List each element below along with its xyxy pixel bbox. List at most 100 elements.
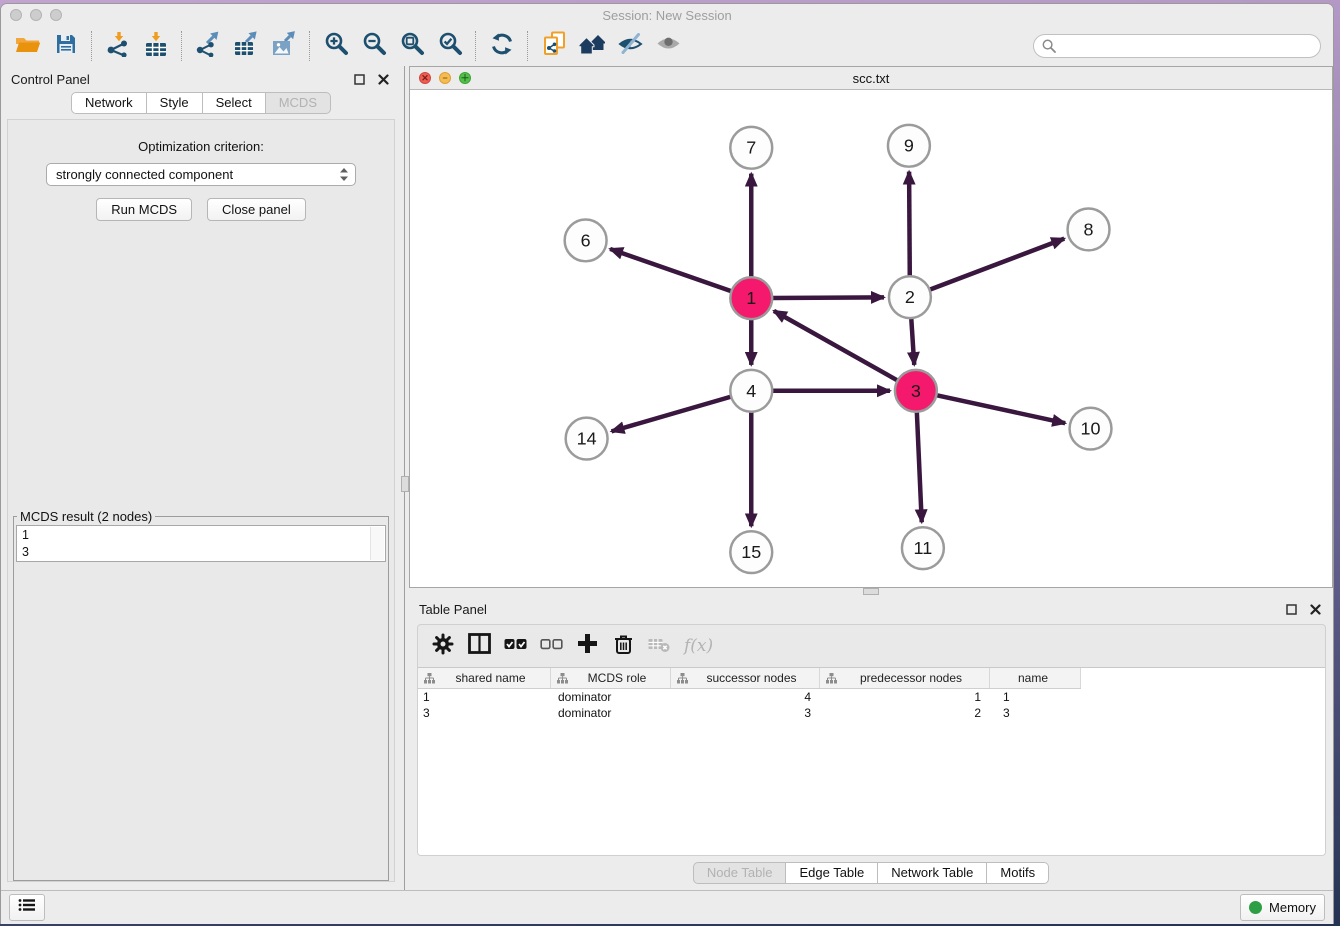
hierarchy-home-button[interactable] bbox=[573, 30, 611, 62]
table-row[interactable]: 3dominator323 bbox=[418, 705, 1325, 721]
open-session-button[interactable] bbox=[9, 30, 47, 62]
attribute-type-icon bbox=[677, 673, 688, 684]
export-image-button[interactable] bbox=[265, 30, 303, 62]
column-header-mcds-role[interactable]: MCDS role bbox=[551, 668, 671, 688]
zoom-out-button[interactable] bbox=[355, 30, 393, 62]
close-panel-button[interactable] bbox=[375, 71, 391, 87]
export-table-button[interactable] bbox=[227, 30, 265, 62]
main-area: Control Panel Network Style Select MCDS … bbox=[1, 66, 1333, 890]
tab-network-table[interactable]: Network Table bbox=[878, 862, 987, 884]
task-history-button[interactable] bbox=[9, 894, 45, 921]
table-settings-button[interactable] bbox=[428, 631, 458, 661]
graph-node-4[interactable]: 4 bbox=[730, 370, 772, 412]
tab-edge-table[interactable]: Edge Table bbox=[786, 862, 878, 884]
graph-node-14[interactable]: 14 bbox=[566, 418, 608, 460]
tab-network[interactable]: Network bbox=[71, 92, 147, 114]
result-scrollbar[interactable] bbox=[370, 527, 384, 560]
eye-icon bbox=[656, 35, 681, 57]
table-cell[interactable]: dominator bbox=[551, 706, 671, 720]
column-header-predecessor-nodes[interactable]: predecessor nodes bbox=[820, 668, 990, 688]
table-cell[interactable]: 1 bbox=[418, 690, 551, 704]
trash-icon bbox=[613, 633, 634, 660]
tab-style[interactable]: Style bbox=[147, 92, 203, 114]
tab-motifs[interactable]: Motifs bbox=[987, 862, 1049, 884]
node-table[interactable]: shared name MCDS role successor nodes bbox=[418, 667, 1325, 855]
export-network-button[interactable] bbox=[189, 30, 227, 62]
network-view-window: scc.txt ✕ − ＋ 1234678910111415 bbox=[409, 66, 1333, 588]
zoom-selected-button[interactable] bbox=[431, 30, 469, 62]
zoom-in-button[interactable] bbox=[317, 30, 355, 62]
table-cell[interactable]: 4 bbox=[671, 690, 820, 704]
table-cell[interactable]: 3 bbox=[418, 706, 551, 720]
graph-edge-1-2[interactable] bbox=[772, 297, 884, 298]
table-row[interactable]: 1dominator411 bbox=[418, 689, 1325, 705]
graph-node-1[interactable]: 1 bbox=[730, 277, 772, 319]
float-panel-button[interactable] bbox=[351, 71, 367, 87]
network-canvas[interactable]: 1 2 3 4 6 7 8 9 10 11 14 15 bbox=[410, 90, 1332, 587]
delete-rows-button[interactable] bbox=[608, 631, 638, 661]
tab-select[interactable]: Select bbox=[203, 92, 266, 114]
refresh-icon bbox=[490, 32, 514, 61]
memory-button[interactable]: Memory bbox=[1240, 894, 1325, 921]
horizontal-splitter[interactable] bbox=[409, 588, 1333, 596]
graph-edge-3-11[interactable] bbox=[917, 412, 922, 523]
import-network-button[interactable] bbox=[99, 30, 137, 62]
hide-selected-button[interactable] bbox=[611, 30, 649, 62]
graph-edge-2-3[interactable] bbox=[911, 318, 914, 365]
save-session-button[interactable] bbox=[47, 30, 85, 62]
graph-edge-2-9[interactable] bbox=[909, 172, 910, 277]
column-layout-button[interactable] bbox=[464, 631, 494, 661]
close-panel-button-mcds[interactable]: Close panel bbox=[207, 198, 306, 221]
graph-edge-3-10[interactable] bbox=[936, 395, 1065, 423]
table-cell[interactable]: 3 bbox=[990, 706, 1081, 720]
titlebar: Session: New Session bbox=[1, 4, 1333, 26]
graph-node-2[interactable]: 2 bbox=[889, 276, 931, 318]
graph-edge-1-6[interactable] bbox=[610, 249, 731, 291]
zoom-fit-button[interactable] bbox=[393, 30, 431, 62]
toolbar-separator bbox=[309, 31, 311, 61]
table-cell[interactable]: 1 bbox=[820, 690, 990, 704]
close-table-panel-button[interactable] bbox=[1307, 601, 1323, 617]
graph-node-6[interactable]: 6 bbox=[565, 219, 607, 261]
column-header-shared-name[interactable]: shared name bbox=[418, 668, 551, 688]
select-all-button[interactable] bbox=[500, 631, 530, 661]
show-all-button[interactable] bbox=[649, 30, 687, 62]
refresh-view-button[interactable] bbox=[483, 30, 521, 62]
column-header-successor-nodes[interactable]: successor nodes bbox=[671, 668, 820, 688]
column-header-name[interactable]: name bbox=[990, 668, 1081, 688]
optimization-criterion-label: Optimization criterion: bbox=[138, 139, 264, 154]
graph-node-7[interactable]: 7 bbox=[730, 127, 772, 169]
graph-edge-4-14[interactable] bbox=[612, 397, 732, 432]
graph-node-3[interactable]: 3 bbox=[895, 370, 937, 412]
deselect-all-button[interactable] bbox=[536, 631, 566, 661]
graph-node-9[interactable]: 9 bbox=[888, 125, 930, 167]
search-input[interactable] bbox=[1061, 38, 1312, 55]
network-graph[interactable]: 1 2 3 4 6 7 8 9 10 11 14 15 bbox=[410, 90, 1332, 587]
graph-edge-2-8[interactable] bbox=[930, 239, 1065, 290]
import-network-icon bbox=[105, 31, 131, 62]
table-cell[interactable]: dominator bbox=[551, 690, 671, 704]
splitter-handle[interactable] bbox=[401, 476, 409, 492]
gear-icon bbox=[432, 633, 454, 660]
criterion-dropdown[interactable]: strongly connected component bbox=[46, 163, 356, 186]
graph-node-15[interactable]: 15 bbox=[730, 531, 772, 573]
table-cell[interactable]: 2 bbox=[820, 706, 990, 720]
graph-node-10[interactable]: 10 bbox=[1070, 408, 1112, 450]
table-cell[interactable]: 1 bbox=[990, 690, 1081, 704]
zoom-out-icon bbox=[362, 31, 387, 61]
table-cell[interactable]: 3 bbox=[671, 706, 820, 720]
splitter-handle[interactable] bbox=[863, 588, 879, 595]
graph-edge-3-1[interactable] bbox=[774, 311, 898, 381]
float-table-panel-button[interactable] bbox=[1283, 601, 1299, 617]
graph-node-11[interactable]: 11 bbox=[902, 527, 944, 569]
mcds-result-area[interactable]: 1 3 bbox=[16, 525, 386, 562]
import-table-button[interactable] bbox=[137, 30, 175, 62]
vertical-splitter[interactable] bbox=[401, 66, 409, 890]
duplicate-network-button[interactable] bbox=[535, 30, 573, 62]
search-box[interactable] bbox=[1033, 34, 1321, 58]
run-mcds-button[interactable]: Run MCDS bbox=[96, 198, 192, 221]
add-row-button[interactable] bbox=[572, 631, 602, 661]
tab-node-table[interactable]: Node Table bbox=[693, 862, 787, 884]
tab-mcds[interactable]: MCDS bbox=[266, 92, 331, 114]
graph-node-8[interactable]: 8 bbox=[1068, 209, 1110, 251]
